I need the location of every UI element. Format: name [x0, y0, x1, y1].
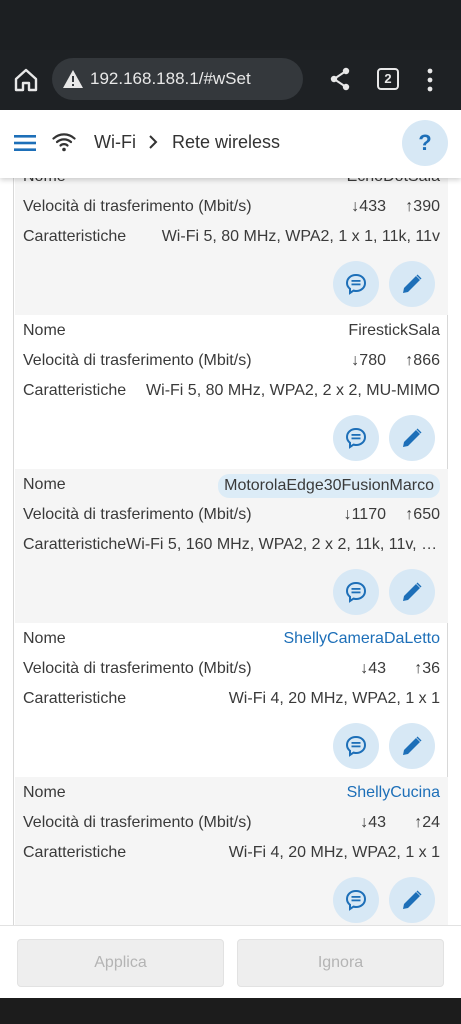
edit-icon	[403, 890, 422, 909]
home-icon[interactable]	[12, 66, 40, 94]
features-label: Caratteristiche	[23, 382, 127, 399]
url-text[interactable]: 192.168.188.1/#wSet	[90, 69, 251, 89]
name-label: Nome	[23, 630, 66, 647]
features-row: Caratteristiche Wi-Fi 4, 20 MHz, WPA2, 1…	[23, 842, 440, 866]
speed-label: Velocità di trasferimento (Mbit/s)	[23, 352, 252, 369]
edit-button[interactable]	[389, 569, 435, 615]
speed-label: Velocità di trasferimento (Mbit/s)	[23, 506, 252, 523]
edit-icon	[403, 428, 422, 447]
features-value: Wi-Fi 4, 20 MHz, WPA2, 1 x 1	[228, 690, 440, 707]
speed-row: Velocità di trasferimento (Mbit/s) ↓780 …	[23, 350, 440, 374]
page-title: Rete wireless	[172, 132, 281, 152]
status-bar	[0, 0, 461, 50]
details-icon	[345, 273, 367, 295]
speed-down: ↓1170	[343, 506, 386, 523]
list-item: Nome FirestickSala Velocità di trasferim…	[15, 315, 448, 469]
edit-button[interactable]	[389, 415, 435, 461]
details-button[interactable]	[333, 415, 379, 461]
features-label: Caratteristiche	[23, 536, 127, 553]
name-row: Nome FirestickSala	[23, 320, 440, 344]
device-name-link[interactable]: ShellyCucina	[347, 784, 440, 802]
browser-toolbar: 192.168.188.1/#wSet 2	[0, 50, 461, 110]
features-row: CaratteristicheWi-Fi 5, 160 MHz, WPA2, 2…	[23, 534, 440, 558]
features-value: Wi-Fi 5, 80 MHz, WPA2, 2 x 2, MU-MIMO	[146, 382, 440, 399]
edit-icon	[403, 274, 422, 293]
list-item: Nome EchoDotSala Velocità di trasferimen…	[15, 161, 448, 315]
name-row: Nome ShellyCameraDaLetto	[23, 628, 440, 652]
speed-up: ↑866	[405, 352, 440, 369]
features-value: Wi-Fi 5, 160 MHz, WPA2, 2 x 2, 11k, 11v,…	[126, 536, 440, 553]
speed-down: ↓433	[351, 198, 386, 215]
list-item: Nome ShellyCameraDaLetto Velocità di tra…	[15, 623, 448, 777]
features-label: Caratteristiche	[23, 844, 127, 861]
ignore-button[interactable]: Ignora	[237, 939, 444, 987]
name-label: Nome	[23, 476, 66, 493]
breadcrumb-wifi[interactable]: Wi-Fi	[94, 132, 136, 153]
features-value: Wi-Fi 5, 80 MHz, WPA2, 1 x 1, 11k, 11v	[161, 228, 440, 245]
name-label: Nome	[23, 322, 66, 339]
system-nav-bar	[0, 998, 461, 1024]
speed-row: Velocità di trasferimento (Mbit/s) ↓433 …	[23, 196, 440, 220]
wifi-icon	[52, 133, 76, 152]
page-content: Nome EchoDotSala Velocità di trasferimen…	[0, 110, 461, 998]
details-icon	[345, 581, 367, 603]
speed-down: ↓43	[360, 814, 386, 831]
speed-label: Velocità di trasferimento (Mbit/s)	[23, 660, 252, 677]
speed-up: ↑36	[414, 660, 440, 677]
speed-up: ↑24	[414, 814, 440, 831]
speed-down: ↓43	[360, 660, 386, 677]
edit-icon	[403, 736, 422, 755]
details-icon	[345, 427, 367, 449]
name-label: Nome	[23, 784, 66, 801]
speed-row: Velocità di trasferimento (Mbit/s) ↓43 ↑…	[23, 812, 440, 836]
app-header: Wi-Fi Rete wireless ?	[0, 110, 461, 178]
hamburger-icon[interactable]	[14, 133, 36, 153]
speed-down: ↓780	[351, 352, 386, 369]
speed-row: Velocità di trasferimento (Mbit/s) ↓1170…	[23, 504, 440, 528]
list-item: Nome MotorolaEdge30FusionMarco Velocità …	[15, 469, 448, 623]
address-bar[interactable]: 192.168.188.1/#wSet	[52, 58, 303, 100]
more-vert-icon[interactable]	[424, 68, 436, 92]
speed-label: Velocità di trasferimento (Mbit/s)	[23, 198, 252, 215]
speed-row: Velocità di trasferimento (Mbit/s) ↓43 ↑…	[23, 658, 440, 682]
chevron-right-icon	[149, 135, 158, 149]
share-icon[interactable]	[328, 66, 352, 92]
list-item: Nome ShellyCucina Velocità di trasferime…	[15, 777, 448, 931]
device-name-link[interactable]: ShellyCameraDaLetto	[283, 630, 440, 648]
device-name: FirestickSala	[348, 322, 440, 339]
apply-button[interactable]: Applica	[17, 939, 224, 987]
details-button[interactable]	[333, 569, 379, 615]
warning-icon[interactable]	[62, 69, 84, 89]
device-list: Nome EchoDotSala Velocità di trasferimen…	[13, 110, 448, 998]
features-label: Caratteristiche	[23, 228, 127, 245]
details-icon	[345, 735, 367, 757]
device-name[interactable]: MotorolaEdge30FusionMarco	[218, 474, 440, 498]
features-inline: CaratteristicheWi-Fi 5, 160 MHz, WPA2, 2…	[23, 536, 440, 554]
speed-up: ↑650	[405, 506, 440, 523]
edit-icon	[403, 582, 422, 601]
name-row: Nome MotorolaEdge30FusionMarco	[23, 474, 440, 498]
edit-button[interactable]	[389, 723, 435, 769]
details-button[interactable]	[333, 261, 379, 307]
features-row: Caratteristiche Wi-Fi 5, 80 MHz, WPA2, 1…	[23, 226, 440, 250]
speed-up: ↑390	[405, 198, 440, 215]
features-value: Wi-Fi 4, 20 MHz, WPA2, 1 x 1	[228, 844, 440, 861]
help-icon[interactable]: ?	[402, 120, 448, 166]
details-icon	[345, 889, 367, 911]
action-footer: Applica Ignora	[0, 925, 461, 998]
name-row: Nome ShellyCucina	[23, 782, 440, 806]
features-row: Caratteristiche Wi-Fi 4, 20 MHz, WPA2, 1…	[23, 688, 440, 712]
features-row: Caratteristiche Wi-Fi 5, 80 MHz, WPA2, 2…	[23, 380, 440, 404]
details-button[interactable]	[333, 723, 379, 769]
edit-button[interactable]	[389, 877, 435, 923]
speed-label: Velocità di trasferimento (Mbit/s)	[23, 814, 252, 831]
features-label: Caratteristiche	[23, 690, 127, 707]
tabs-icon[interactable]: 2	[377, 68, 399, 90]
edit-button[interactable]	[389, 261, 435, 307]
details-button[interactable]	[333, 877, 379, 923]
